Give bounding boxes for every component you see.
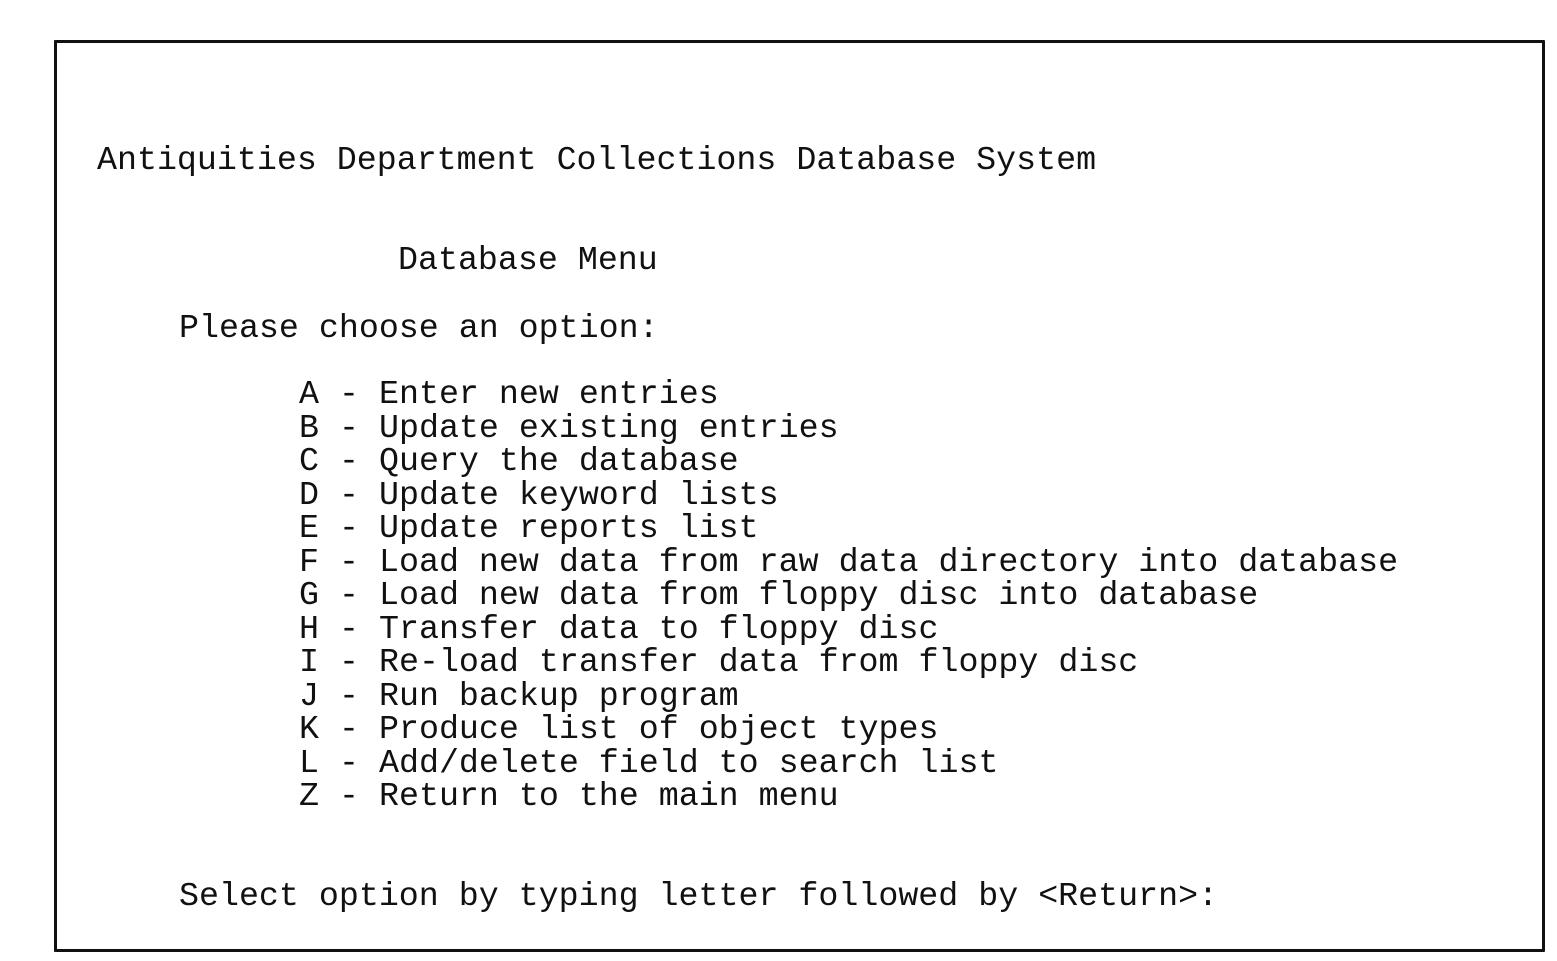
option-separator: - — [339, 743, 359, 782]
option-separator: - — [339, 442, 359, 480]
choose-option-prompt: Please choose an option: — [179, 309, 659, 347]
system-title: Antiquities Department Collections Datab… — [97, 141, 1097, 179]
option-key: A — [299, 375, 319, 413]
option-label: Load new data from floppy disc into data… — [379, 576, 1259, 614]
option-separator: - — [339, 777, 359, 815]
option-key: H — [299, 609, 319, 648]
menu-heading: Database Menu — [398, 241, 658, 279]
option-key: G — [299, 576, 319, 614]
menu-option-h[interactable]: H - Transfer data to floppy disc — [299, 609, 1398, 648]
option-separator: - — [339, 676, 359, 715]
menu-options-list: A - Enter new entries B - Update existing en… — [299, 375, 1399, 815]
option-key: J — [299, 676, 319, 715]
option-separator: - — [339, 542, 359, 581]
option-separator: - — [339, 509, 359, 547]
menu-option-l[interactable]: L - Add/delete field to search list — [299, 743, 1398, 782]
option-label: Add/delete field to search list — [379, 743, 999, 782]
option-key: E — [299, 509, 319, 547]
option-label: Update existing entries — [379, 408, 839, 447]
option-key: L — [299, 743, 319, 782]
menu-option-e[interactable]: E - Update reports list — [299, 509, 1398, 547]
option-label: Run backup program — [379, 676, 739, 715]
option-key: I — [299, 643, 319, 681]
option-label: Load new data from raw data directory in… — [379, 542, 1399, 581]
menu-option-z[interactable]: Z - Return to the main menu — [299, 777, 1398, 815]
menu-option-b[interactable]: B - Update existing entries — [299, 408, 1398, 447]
menu-option-k[interactable]: K - Produce list of object types — [299, 710, 1398, 748]
menu-option-a[interactable]: A - Enter new entries — [299, 375, 1398, 413]
option-label: Enter new entries — [379, 375, 719, 413]
menu-option-g[interactable]: G - Load new data from floppy disc into da… — [299, 576, 1398, 614]
option-label: Transfer data to floppy disc — [379, 609, 939, 648]
option-separator: - — [339, 609, 359, 648]
option-separator: - — [339, 375, 359, 413]
option-key: K — [299, 710, 319, 748]
option-separator: - — [339, 408, 359, 447]
option-label: Update reports list — [379, 509, 759, 547]
terminal-screen: Antiquities Department Collections Datab… — [54, 40, 1545, 952]
option-separator: - — [339, 475, 359, 514]
menu-option-c[interactable]: C - Query the database — [299, 442, 1398, 480]
option-label: Produce list of object types — [379, 710, 939, 748]
select-option-prompt[interactable]: Select option by typing letter followed … — [179, 879, 1218, 913]
option-label: Return to the main menu — [379, 777, 839, 815]
option-key: D — [299, 475, 319, 514]
menu-option-j[interactable]: J - Run backup program — [299, 676, 1398, 715]
option-label: Query the database — [379, 442, 739, 480]
menu-option-d[interactable]: D - Update keyword lists — [299, 475, 1398, 514]
option-separator: - — [339, 643, 359, 681]
option-label: Re-load transfer data from floppy disc — [379, 643, 1139, 681]
option-key: B — [299, 408, 319, 447]
option-key: F — [299, 542, 319, 581]
option-separator: - — [339, 576, 359, 614]
option-key: Z — [299, 777, 319, 815]
option-separator: - — [339, 710, 359, 748]
menu-option-i[interactable]: I - Re-load transfer data from floppy disc — [299, 643, 1398, 681]
menu-option-f[interactable]: F - Load new data from raw data directory … — [299, 542, 1399, 581]
option-key: C — [299, 442, 319, 480]
option-label: Update keyword lists — [379, 475, 779, 514]
